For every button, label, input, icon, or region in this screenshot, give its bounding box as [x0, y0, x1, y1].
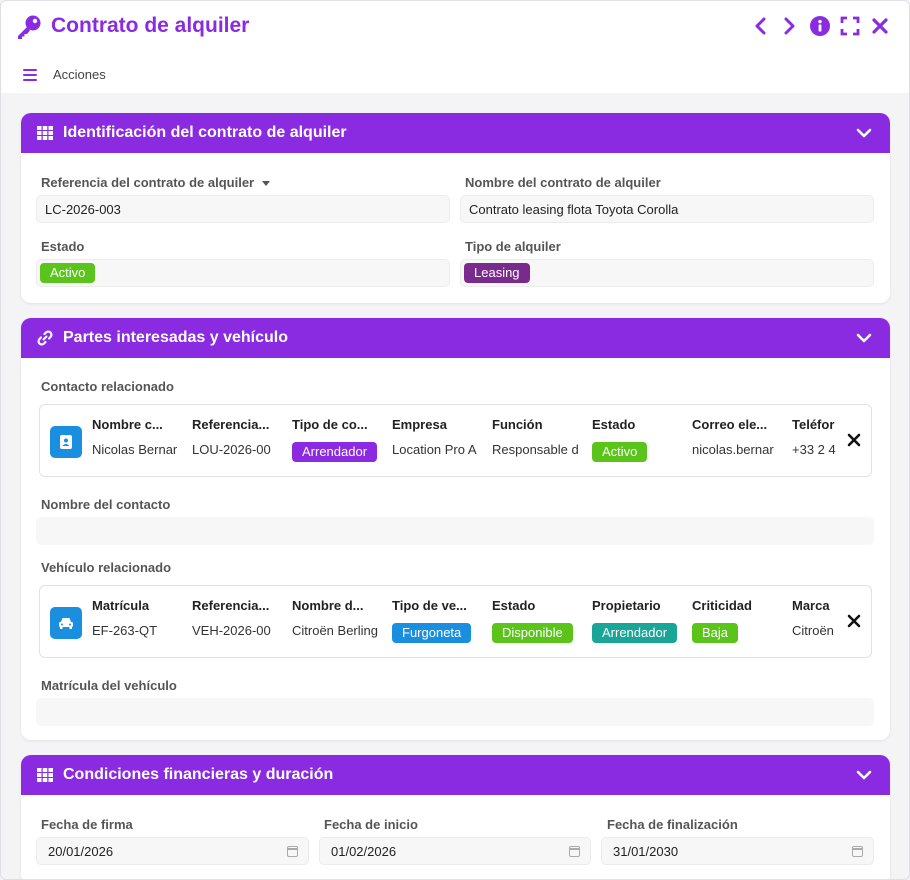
contact-col-5: Estado Activo: [592, 417, 680, 462]
fin-label: Fecha de finalización: [607, 817, 738, 832]
vehicle-criticality-badge: Baja: [692, 623, 739, 643]
calendar-icon[interactable]: [287, 846, 298, 857]
info-button[interactable]: [809, 15, 831, 37]
status-badge: Activo: [40, 263, 96, 283]
vehicle-col-5: Propietario Arrendador: [592, 598, 680, 643]
vehicle-card[interactable]: Matrícula EF-263-QT Referencia... VEH-2026…: [39, 585, 872, 658]
caret-down-icon: [262, 181, 271, 187]
close-icon: [872, 18, 888, 34]
vehicle-status-badge: Disponible: [492, 623, 573, 643]
firma-label: Fecha de firma: [41, 817, 133, 832]
ref-field[interactable]: LC-2026-003: [36, 195, 450, 223]
actions-label: Acciones: [53, 67, 106, 82]
name-field[interactable]: Contrato leasing flota Toyota Corolla: [460, 195, 874, 223]
ref-value: LC-2026-003: [45, 201, 121, 217]
matricula-field[interactable]: [36, 698, 874, 726]
contact-type-badge: Arrendador: [292, 442, 378, 462]
contact-col-3: Empresa Location Pro A: [392, 417, 477, 457]
vehicle-owner-badge: Arrendador: [592, 623, 678, 643]
nombre-contacto-label: Nombre del contacto: [41, 497, 171, 512]
name-label: Nombre del contrato de alquiler: [465, 175, 661, 190]
section-header[interactable]: Identificación del contrato de alquiler: [21, 113, 890, 153]
section-partes: Partes interesadas y vehículo Contacto r…: [21, 318, 890, 740]
contact-col-7: Teléfor +33 2 4: [792, 417, 836, 457]
section-condiciones: Condiciones financieras y duración Fecha…: [21, 755, 890, 879]
chevron-down-icon[interactable]: [856, 330, 872, 346]
tipo-field[interactable]: Leasing: [460, 259, 874, 287]
remove-contact-icon[interactable]: [847, 433, 861, 447]
fin-date-input[interactable]: 31/01/2030: [601, 837, 874, 865]
vehicle-col-7: Marca Citroën: [792, 598, 834, 638]
section-header[interactable]: Condiciones financieras y duración: [21, 755, 890, 795]
vehicle-col-6: Criticidad Baja: [692, 598, 780, 643]
nombre-contacto-field[interactable]: [36, 517, 874, 545]
car-icon: [50, 607, 82, 639]
type-badge: Leasing: [464, 263, 530, 283]
contact-status-badge: Activo: [592, 442, 648, 462]
tipo-label: Tipo de alquiler: [465, 239, 561, 254]
inicio-date-input[interactable]: 01/02/2026: [319, 837, 591, 865]
table-icon: [37, 126, 53, 140]
title-bar: Contrato de alquiler Acciones: [1, 1, 909, 93]
contact-card-icon: [50, 426, 82, 458]
table-icon: [37, 768, 53, 782]
previous-button[interactable]: [749, 15, 771, 37]
window-controls: [749, 15, 891, 37]
expand-icon: [840, 16, 860, 36]
contacto-label: Contacto relacionado: [41, 379, 174, 394]
contact-col-0: Nombre c... Nicolas Bernar: [92, 417, 178, 457]
page-title: Contrato de alquiler: [51, 14, 250, 37]
vehicle-col-2: Nombre d... Citroën Berling: [292, 598, 378, 638]
section-title: Condiciones financieras y duración: [63, 766, 334, 783]
vehicle-col-1: Referencia... VEH-2026-00: [192, 598, 271, 638]
estado-field[interactable]: Activo: [36, 259, 450, 287]
section-header[interactable]: Partes interesadas y vehículo: [21, 318, 890, 358]
name-value: Contrato leasing flota Toyota Corolla: [469, 201, 679, 217]
window: Contrato de alquiler Acciones Identifica…: [0, 0, 910, 880]
ref-label[interactable]: Referencia del contrato de alquiler: [41, 175, 271, 190]
next-button[interactable]: [779, 15, 801, 37]
fullscreen-button[interactable]: [839, 15, 861, 37]
contact-col-4: Función Responsable d: [492, 417, 579, 457]
link-icon: [37, 330, 53, 346]
contact-col-6: Correo ele... nicolas.bernar: [692, 417, 774, 457]
vehicle-col-0: Matrícula EF-263-QT: [92, 598, 158, 638]
firma-date-input[interactable]: 20/01/2026: [36, 837, 309, 865]
section-title: Partes interesadas y vehículo: [63, 329, 288, 346]
info-icon: [810, 16, 830, 36]
actions-menu[interactable]: Acciones: [23, 67, 106, 82]
vehiculo-label: Vehículo relacionado: [41, 560, 172, 575]
chevron-right-icon: [784, 17, 795, 35]
contact-card[interactable]: Nombre c... Nicolas Bernar Referencia... L…: [39, 404, 872, 477]
section-title: Identificación del contrato de alquiler: [63, 124, 347, 141]
section-identificacion: Identificación del contrato de alquiler …: [21, 113, 890, 303]
chevron-down-icon[interactable]: [856, 767, 872, 783]
vehicle-col-4: Estado Disponible: [492, 598, 580, 643]
close-window-button[interactable]: [869, 15, 891, 37]
calendar-icon[interactable]: [852, 846, 863, 857]
contact-col-2: Tipo de co... Arrendador: [292, 417, 380, 462]
chevron-down-icon[interactable]: [856, 125, 872, 141]
estado-label: Estado: [41, 239, 85, 254]
remove-vehicle-icon[interactable]: [847, 614, 861, 628]
chevron-left-icon: [755, 17, 766, 35]
matricula-label: Matrícula del vehículo: [41, 678, 177, 693]
inicio-label: Fecha de inicio: [324, 817, 418, 832]
key-icon: [18, 15, 41, 39]
hamburger-icon: [23, 68, 37, 81]
vehicle-type-badge: Furgoneta: [392, 623, 472, 643]
calendar-icon[interactable]: [569, 846, 580, 857]
contact-col-1: Referencia... LOU-2026-00: [192, 417, 271, 457]
vehicle-col-3: Tipo de ve... Furgoneta: [392, 598, 480, 643]
